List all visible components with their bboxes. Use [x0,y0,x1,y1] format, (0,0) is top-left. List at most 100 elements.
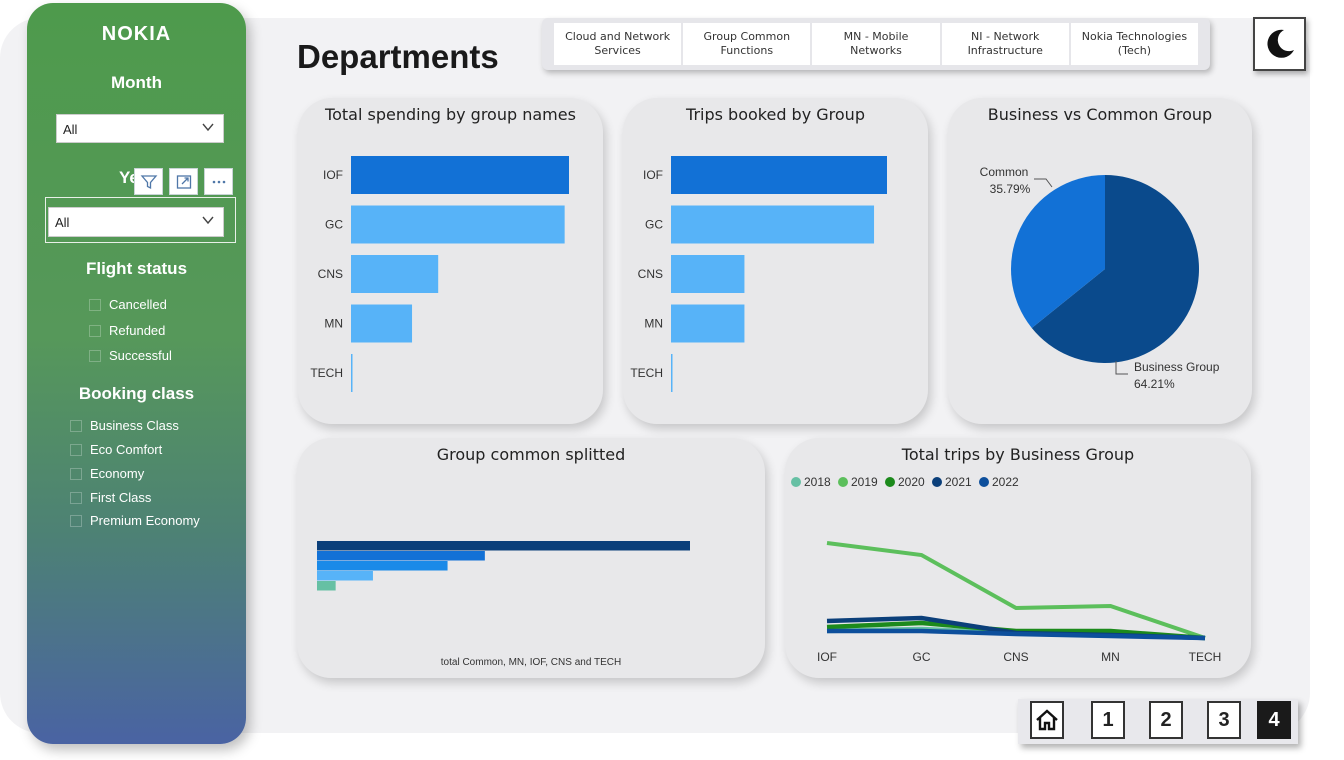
legend-marker [838,477,848,487]
x-axis-label: total Common, MN, IOF, CNS and TECH [440,657,622,668]
checkbox[interactable] [70,467,82,480]
checkbox[interactable] [89,324,101,337]
tab-network-infrastructure[interactable]: NI - Network Infrastructure [941,23,1069,65]
total-trips-card: Total trips by Business Group 2018 2019 20… [785,438,1251,678]
bar[interactable] [317,551,485,561]
checkbox[interactable] [70,491,82,504]
checkbox[interactable] [70,419,82,432]
flight-status-label: Flight status [85,259,188,278]
legend-label: 2019 [851,475,878,489]
bar[interactable] [317,541,690,551]
visual-header-toolbar [134,168,233,195]
x-tick-label: IOF [817,650,837,664]
slice-value: 64.21% [1134,377,1175,391]
checkbox[interactable] [89,349,101,362]
category-label: TECH [310,366,343,380]
category-label: GC [325,218,343,232]
spending-chart-card: Total spending by group names IOF GC CNS MN… [298,98,603,424]
page-4-button[interactable]: 4 [1257,701,1291,739]
bar[interactable] [317,561,448,571]
legend-label: 2022 [992,475,1019,489]
legend-marker [979,477,989,487]
page-2-button[interactable]: 2 [1149,701,1183,739]
chevron-down-icon [201,120,215,137]
flight-status-option[interactable]: Cancelled [89,297,167,312]
booking-class-option[interactable]: First Class [70,490,151,505]
x-tick-label: MN [1101,650,1120,664]
year-dropdown[interactable]: All [48,207,224,237]
page-1-button[interactable]: 1 [1091,701,1125,739]
page-3-button[interactable]: 3 [1207,701,1241,739]
bar[interactable] [671,156,887,194]
legend-marker [932,477,942,487]
month-label: Month [111,73,162,92]
home-button[interactable] [1030,701,1064,739]
more-options-icon[interactable] [204,168,233,195]
bar[interactable] [671,255,745,293]
category-label: TECH [630,366,663,380]
bar[interactable] [351,255,439,293]
category-label: GC [645,218,663,232]
booking-class-option[interactable]: Premium Economy [70,513,200,528]
bar[interactable] [351,156,569,194]
category-label: IOF [643,168,663,182]
bar[interactable] [671,205,875,244]
flight-status-option[interactable]: Successful [89,348,172,363]
bar[interactable] [317,571,373,581]
tab-nokia-technologies[interactable]: Nokia Technologies (Tech) [1070,23,1199,65]
pie-chart-card: Business vs Common Group Common 35.79% Bus… [948,98,1252,424]
x-tick-label: CNS [1003,650,1028,664]
x-tick-label: TECH [1189,650,1222,664]
category-label: IOF [323,168,343,182]
year-value: All [55,215,70,230]
department-tabs: Cloud and Network Services Group Common … [542,18,1210,70]
page-title: Departments [297,38,499,75]
bar[interactable] [351,304,413,343]
tab-cloud-network-services[interactable]: Cloud and Network Services [554,23,682,65]
checkbox[interactable] [70,443,82,456]
group-common-bar-chart [317,541,690,591]
legend-label: 2018 [804,475,831,489]
theme-toggle-button[interactable] [1253,17,1306,71]
slice-label: Common [980,165,1029,179]
bar[interactable] [351,205,565,244]
category-label: CNS [638,267,663,281]
category-label: MN [644,317,663,331]
business-common-pie: Common 35.79% Business Group 64.21% [980,165,1220,391]
tab-mobile-networks[interactable]: MN - Mobile Networks [812,23,940,65]
booking-class-option[interactable]: Eco Comfort [70,442,162,457]
bar[interactable] [317,581,336,591]
nokia-logo: NOKIA [101,23,172,45]
category-label: MN [324,317,343,331]
page-navigator: 1 2 3 4 [1018,699,1298,744]
legend-label: 2021 [945,475,972,489]
home-icon [1036,709,1058,731]
flight-status-option[interactable]: Refunded [89,323,165,338]
leader-line [1115,361,1128,375]
total-trips-line-chart: 2018 2019 2020 2021 2022 IOF GC CNS MN TECH [791,475,1222,664]
trips-chart-card: Trips booked by Group IOF GC CNS MN TECH [623,98,928,424]
legend-label: 2020 [898,475,925,489]
spending-bar-chart: IOF GC CNS MN TECH [310,156,569,392]
x-tick-label: GC [913,650,931,664]
focus-mode-icon[interactable] [169,168,198,195]
tab-group-common-functions[interactable]: Group Common Functions [683,23,811,65]
slice-label: Business Group [1134,360,1220,374]
month-dropdown[interactable]: All [56,114,224,143]
checkbox[interactable] [70,514,82,527]
booking-class-option[interactable]: Business Class [70,418,179,433]
booking-class-label: Booking class [78,384,195,403]
leader-line [1034,178,1053,188]
category-label: CNS [318,267,343,281]
slice-value: 35.79% [990,182,1031,196]
booking-class-option[interactable]: Economy [70,466,144,481]
checkbox[interactable] [89,298,101,311]
filter-sidebar: NOKIA Month All Ye All Flight status Can… [27,3,246,744]
filter-icon[interactable] [134,168,163,195]
month-value: All [63,122,78,137]
bar[interactable] [351,354,353,392]
chevron-down-icon [201,213,215,230]
group-common-card: Group common splitted total Common, MN, … [297,438,765,678]
bar[interactable] [671,304,745,343]
bar[interactable] [671,354,673,392]
